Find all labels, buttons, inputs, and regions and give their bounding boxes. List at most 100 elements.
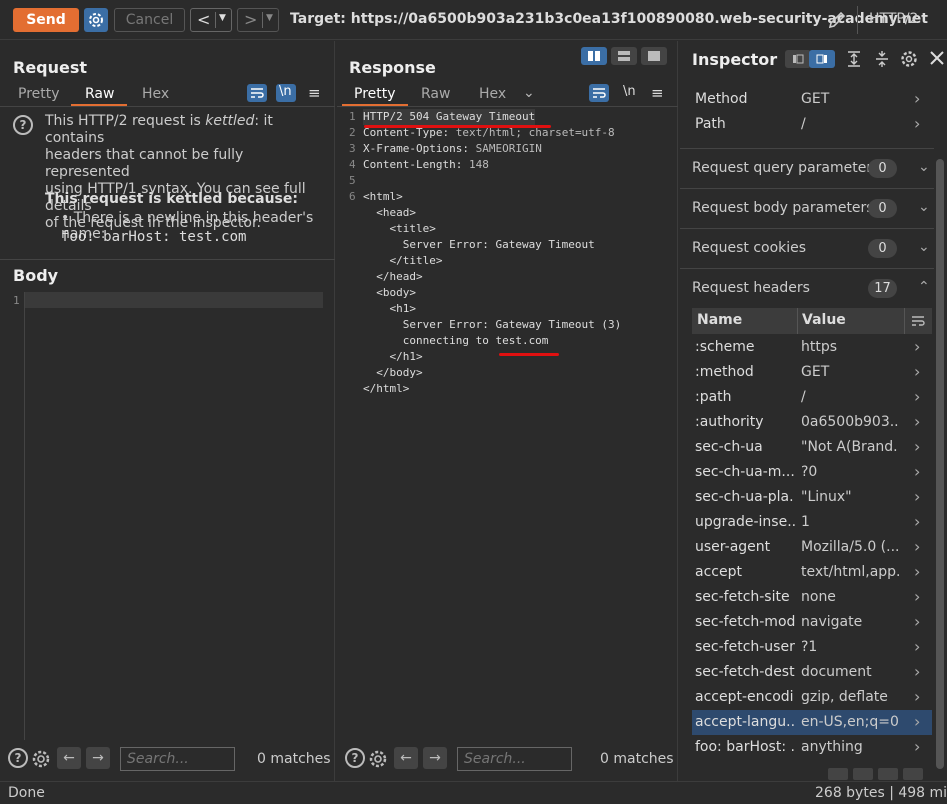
tab-hex[interactable]: Hex — [479, 86, 506, 102]
inspector-layout-left-button[interactable] — [785, 50, 811, 68]
header-row[interactable]: sec-ch-ua-pla... "Linux" › — [692, 485, 932, 510]
help-icon[interactable]: ? — [345, 748, 365, 768]
tab-pretty[interactable]: Pretty — [18, 86, 60, 102]
chevron-right-icon: > — [244, 10, 258, 29]
wrap-lines-button[interactable] — [589, 84, 609, 102]
layout-rows-button[interactable] — [611, 47, 637, 65]
header-row[interactable]: sec-fetch-mode navigate › — [692, 610, 932, 635]
header-value: 0a6500b903... — [801, 414, 899, 430]
single-pane-icon — [648, 51, 660, 61]
dropdown-triangle-icon[interactable]: ▼ — [266, 13, 273, 23]
header-row[interactable]: sec-fetch-dest document › — [692, 660, 932, 685]
header-row[interactable]: sec-fetch-user ?1 › — [692, 635, 932, 660]
tab-raw[interactable]: Raw — [85, 86, 114, 102]
header-name: :path — [695, 389, 732, 405]
gear-icon — [89, 13, 103, 27]
tab-pretty[interactable]: Pretty — [354, 86, 396, 102]
close-icon[interactable] — [929, 50, 945, 66]
code-line: 3 X-Frame-Options: SAMEORIGIN — [349, 142, 542, 155]
body-editor[interactable] — [25, 292, 323, 308]
chevron-up-icon[interactable] — [878, 768, 898, 780]
back-button[interactable]: < ▼ — [190, 8, 232, 32]
header-name: sec-ch-ua — [695, 439, 763, 455]
cancel-button[interactable]: Cancel — [114, 8, 185, 32]
header-row[interactable]: accept-langu... en-US,en;q=0.9 › — [692, 710, 932, 735]
count-badge: 17 — [868, 279, 897, 298]
header-row[interactable]: accept-encodi... gzip, deflate › — [692, 685, 932, 710]
header-row[interactable]: sec-ch-ua-m... ?0 › — [692, 460, 932, 485]
wrap-icon[interactable] — [909, 313, 927, 329]
gear-icon[interactable] — [899, 49, 919, 69]
gear-icon[interactable] — [30, 748, 52, 770]
header-row[interactable]: sec-fetch-site none › — [692, 585, 932, 610]
settings-button[interactable] — [84, 8, 108, 32]
tab-raw[interactable]: Raw — [421, 86, 450, 102]
header-row[interactable]: :path / › — [692, 385, 932, 410]
chevron-right-icon: › — [914, 537, 921, 556]
section-query-params[interactable]: Request query parameters 0 ⌄ — [680, 148, 934, 188]
inspector-layout-right-button[interactable] — [809, 50, 835, 68]
inspector-scrollbar[interactable] — [936, 159, 944, 769]
inspector-path-row[interactable]: Path / › — [692, 112, 932, 137]
header-row[interactable]: :scheme https › — [692, 335, 932, 360]
inspector-method-row[interactable]: Method GET › — [692, 87, 932, 112]
wrap-lines-button[interactable] — [247, 84, 267, 102]
response-stats: 268 bytes | 498 millis — [815, 785, 947, 801]
request-body-section: Body 1 — [0, 259, 335, 740]
chevron-right-icon: › — [914, 387, 921, 406]
layout-columns-button[interactable] — [581, 47, 607, 65]
header-row[interactable]: :method GET › — [692, 360, 932, 385]
header-value: 1 — [801, 514, 810, 530]
request-pane: Request Pretty Raw Hex \n ≡ ? This HTTP/… — [0, 41, 335, 781]
chevron-down-icon[interactable]: ⌄ — [523, 85, 535, 101]
send-button[interactable]: Send — [13, 8, 79, 32]
code-line: </head> — [363, 270, 423, 283]
header-row[interactable]: :authority 0a6500b903... › — [692, 410, 932, 435]
code-line: <head> — [363, 206, 416, 219]
search-next-button[interactable]: → — [86, 747, 110, 769]
pencil-icon[interactable] — [826, 9, 848, 31]
kettled-reason-title: This request is kettled because: — [45, 191, 298, 207]
header-value: gzip, deflate — [801, 689, 888, 705]
header-row[interactable]: sec-ch-ua "Not A(Brand... › — [692, 435, 932, 460]
request-search-bar: ? ← → 0 matches — [0, 743, 334, 777]
inspector-pane: Inspector Method GET › Path / › Request quer… — [680, 41, 947, 781]
header-row[interactable]: upgrade-inse... 1 › — [692, 510, 932, 535]
tab-hex[interactable]: Hex — [142, 86, 169, 102]
forward-button[interactable]: > ▼ — [237, 8, 279, 32]
chevron-down-icon[interactable] — [853, 768, 873, 780]
header-row[interactable]: foo: barHost: ... anything › — [692, 735, 932, 760]
header-row[interactable]: user-agent Mozilla/5.0 (... › — [692, 535, 932, 560]
menu-icon[interactable]: ≡ — [308, 84, 321, 102]
code-line: </h1> — [363, 350, 423, 363]
search-previous-button[interactable]: ← — [394, 747, 418, 769]
section-cookies[interactable]: Request cookies 0 ⌄ — [680, 228, 934, 268]
code-line: 6 <html> — [349, 190, 403, 203]
header-value: ?1 — [801, 639, 818, 655]
menu-icon[interactable]: ≡ — [651, 84, 664, 102]
gear-icon[interactable] — [367, 748, 389, 770]
help-icon[interactable]: ? — [8, 748, 28, 768]
toolbar: Send Cancel < ▼ > ▼ Target: https://0a65… — [0, 0, 947, 40]
chevron-right-icon: › — [914, 662, 921, 681]
code-line: </html> — [363, 382, 410, 395]
delete-icon[interactable] — [828, 768, 848, 780]
newline-toggle-button[interactable]: \n — [276, 84, 296, 102]
search-previous-button[interactable]: ← — [57, 747, 81, 769]
expand-all-icon[interactable] — [844, 49, 864, 69]
code-line: Server Error: Gateway Timeout — [363, 238, 595, 251]
dropdown-triangle-icon[interactable]: ▼ — [219, 13, 226, 23]
code-line: </title> — [363, 254, 443, 267]
collapse-all-icon[interactable] — [872, 49, 892, 69]
protocol-label[interactable]: HTTP/2 — [869, 11, 918, 27]
add-icon[interactable] — [903, 768, 923, 780]
section-body-params[interactable]: Request body parameters 0 ⌄ — [680, 188, 934, 228]
search-input[interactable] — [120, 747, 235, 771]
layout-single-button[interactable] — [641, 47, 667, 65]
header-row[interactable]: accept text/html,app... › — [692, 560, 932, 585]
newline-toggle-button[interactable]: \n — [623, 84, 636, 99]
search-next-button[interactable]: → — [423, 747, 447, 769]
section-headers[interactable]: Request headers 17 ⌃ — [680, 268, 934, 308]
chevron-right-icon: › — [914, 637, 921, 656]
search-input[interactable] — [457, 747, 572, 771]
